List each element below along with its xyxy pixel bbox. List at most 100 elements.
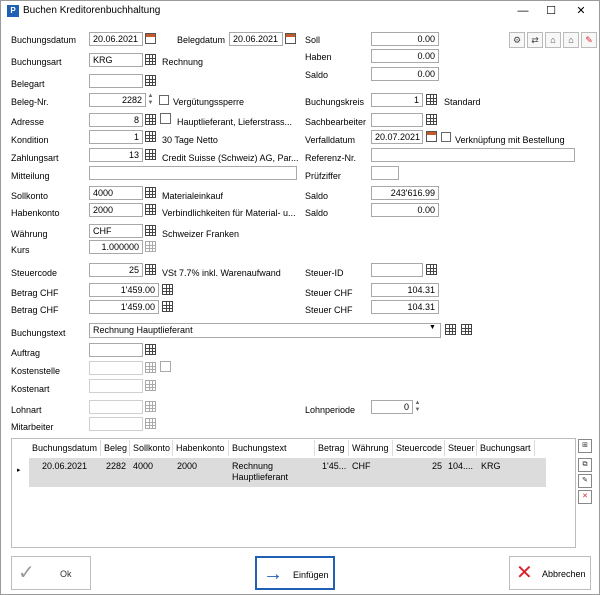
ok-button[interactable]: ✓ Ok	[11, 556, 91, 590]
edit-row-icon[interactable]: ✎	[578, 474, 592, 488]
cell-buchungstext-line1: Rechnung	[232, 461, 274, 471]
sollkonto-desc: Materialeinkauf	[162, 191, 224, 201]
column-header[interactable]: Sollkonto	[130, 440, 173, 456]
adresse-field[interactable]: 8	[89, 113, 143, 127]
column-header[interactable]: Steuercode	[393, 440, 445, 456]
delete-row-icon[interactable]: ✕	[578, 490, 592, 504]
tool-icon-1[interactable]: ⚙	[509, 32, 525, 48]
calendar-icon[interactable]	[285, 33, 296, 44]
verfalldatum-field[interactable]: 20.07.2021	[371, 130, 423, 144]
steuercode-label: Steuercode	[11, 268, 58, 278]
edit-text-icon[interactable]	[461, 324, 472, 335]
steuercode-desc: VSt 7.7% inkl. Warenaufwand	[162, 268, 281, 278]
buchungstext-field[interactable]: Rechnung Hauptlieferant	[89, 323, 441, 338]
column-header[interactable]: Buchungstext	[229, 440, 315, 456]
mitteilung-field[interactable]	[89, 166, 297, 180]
column-header[interactable]: Steuer	[445, 440, 477, 456]
lookup-grid-icon[interactable]	[426, 114, 437, 125]
calculator-icon[interactable]	[145, 241, 156, 252]
minimize-button[interactable]: —	[513, 3, 533, 19]
lookup-grid-icon[interactable]	[145, 225, 156, 236]
lohnperiode-spinner[interactable]: ▲ ▼	[414, 400, 421, 414]
lookup-grid-icon[interactable]	[145, 362, 156, 373]
cancel-x-icon: ✕	[516, 562, 533, 584]
lookup-grid-icon[interactable]	[145, 344, 156, 355]
referenz-field[interactable]	[371, 148, 575, 162]
steuercode-field[interactable]: 25	[89, 263, 143, 277]
column-header[interactable]: Buchungsart	[477, 440, 535, 456]
sachbearbeiter-label: Sachbearbeiter	[305, 117, 367, 127]
lookup-grid-icon[interactable]	[145, 131, 156, 142]
copy-icon[interactable]	[160, 113, 171, 124]
column-header[interactable]: Buchungsdatum	[29, 440, 101, 456]
lookup-grid-icon[interactable]	[145, 401, 156, 412]
pruefziffer-field[interactable]	[371, 166, 399, 180]
lohnart-field[interactable]	[89, 400, 143, 414]
einfuegen-button[interactable]: → Einfügen	[255, 556, 335, 590]
lookup-grid-icon[interactable]	[145, 418, 156, 429]
habenkonto-field[interactable]: 2000	[89, 203, 143, 217]
close-button[interactable]: ✕	[571, 3, 591, 19]
lookup-grid-icon[interactable]	[145, 380, 156, 391]
calendar-icon[interactable]	[426, 131, 437, 142]
kostenstelle-field[interactable]	[89, 361, 143, 375]
calendar-icon[interactable]	[145, 33, 156, 44]
lookup-grid-icon[interactable]	[145, 54, 156, 65]
buchungsart-field[interactable]: KRG	[89, 53, 143, 67]
verknuepfung-checkbox[interactable]	[441, 132, 451, 142]
document-icon[interactable]	[160, 361, 171, 372]
cell-buchungstext-line2: Hauptlieferant	[232, 472, 289, 482]
lookup-grid-icon[interactable]	[145, 187, 156, 198]
buchungsdatum-field[interactable]: 20.06.2021	[89, 32, 143, 46]
belegdatum-field[interactable]: 20.06.2021	[229, 32, 283, 46]
abbrechen-button[interactable]: ✕ Abbrechen	[509, 556, 591, 590]
tool-icon-4[interactable]: ⌂	[563, 32, 579, 48]
eraser-icon[interactable]: ✎	[581, 32, 597, 48]
lookup-grid-icon[interactable]	[426, 94, 437, 105]
mitteilung-label: Mitteilung	[11, 171, 50, 181]
calculator-icon[interactable]	[162, 301, 173, 312]
soll-label: Soll	[305, 35, 321, 45]
cell-beleg: 2282	[106, 461, 127, 471]
calculator-icon[interactable]	[162, 284, 173, 295]
waehrung-field[interactable]: CHF	[89, 224, 143, 238]
tool-icon-3[interactable]: ⌂	[545, 32, 561, 48]
belegnr-field[interactable]: 2282	[89, 93, 146, 107]
lookup-grid-icon[interactable]	[145, 204, 156, 215]
lookup-grid-icon[interactable]	[145, 75, 156, 86]
zahlungsart-field[interactable]: 13	[89, 148, 143, 162]
column-header[interactable]: Betrag	[315, 440, 349, 456]
ok-label: Ok	[60, 569, 72, 579]
lookup-grid-icon[interactable]	[145, 149, 156, 160]
kurs-field[interactable]: 1.000000	[89, 240, 143, 254]
buchungskreis-label: Buchungskreis	[305, 97, 365, 107]
lohnperiode-field[interactable]: 0	[371, 400, 413, 414]
dropdown-arrow-icon[interactable]: ▼	[429, 324, 436, 331]
app-icon: P	[7, 5, 19, 17]
column-header[interactable]: Beleg	[101, 440, 130, 456]
belegnr-spinner[interactable]: ▲ ▼	[147, 93, 154, 107]
add-row-icon[interactable]: ⊞	[578, 439, 592, 453]
kostenart-field[interactable]	[89, 379, 143, 393]
sollkonto-field[interactable]: 4000	[89, 186, 143, 200]
lookup-grid-icon[interactable]	[145, 264, 156, 275]
belegart-field[interactable]	[89, 74, 143, 88]
betrag1-field[interactable]: 1'459.00	[89, 283, 159, 297]
steuerid-field[interactable]	[371, 263, 423, 277]
lookup-grid-icon[interactable]	[426, 264, 437, 275]
add-text-icon[interactable]	[445, 324, 456, 335]
cell-buchungsart: KRG	[481, 461, 501, 471]
maximize-button[interactable]: ☐	[541, 3, 561, 19]
betrag2-field[interactable]: 1'459.00	[89, 300, 159, 314]
lookup-grid-icon[interactable]	[145, 114, 156, 125]
verguetungssperre-checkbox[interactable]	[159, 95, 169, 105]
column-header[interactable]: Habenkonto	[173, 440, 229, 456]
auftrag-field[interactable]	[89, 343, 143, 357]
tool-icon-2[interactable]: ⇄	[527, 32, 543, 48]
column-header[interactable]: Währung	[349, 440, 393, 456]
sachbearbeiter-field[interactable]	[371, 113, 423, 127]
copy-row-icon[interactable]: ⧉	[578, 458, 592, 472]
mitarbeiter-field[interactable]	[89, 417, 143, 431]
kondition-field[interactable]: 1	[89, 130, 143, 144]
buchungskreis-field[interactable]: 1	[371, 93, 423, 107]
